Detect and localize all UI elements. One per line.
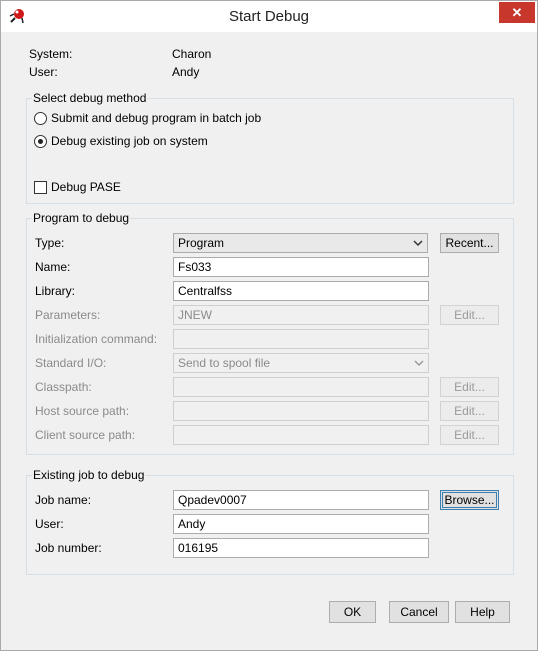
radio-batch-job-label[interactable]: Submit and debug program in batch job [51,111,261,126]
close-icon: ✕ [511,5,523,20]
parameters-label: Parameters: [35,308,101,322]
system-value: Charon [172,47,212,61]
client-source-label: Client source path: [35,428,136,442]
user-value: Andy [172,65,200,79]
job-name-label: Job name: [35,493,92,507]
classpath-edit-button[interactable]: Edit... [440,377,499,397]
debug-pase-label[interactable]: Debug PASE [51,180,121,195]
job-user-label: User: [35,517,64,531]
cancel-button[interactable]: Cancel [389,601,449,623]
init-command-label: Initialization command: [35,332,158,346]
name-label: Name: [35,260,71,274]
job-number-input[interactable]: 016195 [173,538,429,558]
close-button[interactable]: ✕ [499,2,535,23]
window-title: Start Debug [228,8,310,25]
stdio-select[interactable]: Send to spool file [173,353,429,373]
title-bar[interactable]: Start Debug ✕ [1,1,537,32]
job-user-input[interactable]: Andy [173,514,429,534]
parameters-input[interactable]: JNEW [173,305,429,325]
help-button[interactable]: Help [455,601,510,623]
host-source-label: Host source path: [35,404,130,418]
client-source-input[interactable] [173,425,429,445]
user-label: User: [29,65,58,79]
system-label: System: [29,47,73,61]
classpath-input[interactable] [173,377,429,397]
job-number-label: Job number: [35,541,102,555]
classpath-label: Classpath: [35,380,92,394]
radio-selected-dot [38,139,43,144]
stdio-label: Standard I/O: [35,356,107,370]
radio-existing-job-label[interactable]: Debug existing job on system [51,134,208,149]
start-debug-dialog: Start Debug ✕ System: Charon User: Andy … [0,0,538,651]
browse-button[interactable]: Browse... [440,490,499,510]
chevron-down-icon [414,360,424,367]
job-name-input[interactable]: Qpadev0007 [173,490,429,510]
debug-method-title: Select debug method [32,91,148,106]
stdio-select-value: Send to spool file [178,356,271,370]
program-group-title: Program to debug [32,211,131,226]
name-input[interactable]: Fs033 [173,257,429,277]
existing-job-title: Existing job to debug [32,468,146,483]
type-select[interactable]: Program [173,233,428,253]
parameters-edit-button[interactable]: Edit... [440,305,499,325]
host-source-input[interactable] [173,401,429,421]
radio-batch-job[interactable] [34,112,47,125]
type-label: Type: [35,236,65,250]
ok-button[interactable]: OK [329,601,376,623]
init-command-input[interactable] [173,329,429,349]
library-label: Library: [35,284,76,298]
host-source-edit-button[interactable]: Edit... [440,401,499,421]
radio-existing-job[interactable] [34,135,47,148]
library-input[interactable]: Centralfss [173,281,429,301]
type-select-value: Program [178,236,225,250]
client-source-edit-button[interactable]: Edit... [440,425,499,445]
debug-pase-checkbox[interactable] [34,181,47,194]
recent-button[interactable]: Recent... [440,233,499,253]
chevron-down-icon [413,240,423,247]
dialog-body: System: Charon User: Andy Select debug m… [9,32,529,642]
